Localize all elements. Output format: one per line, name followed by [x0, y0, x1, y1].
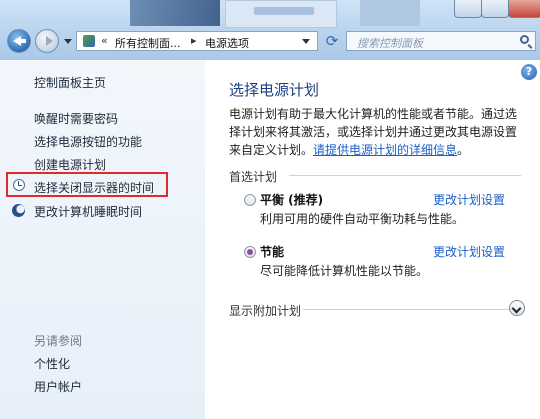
chevron-down-icon[interactable]: [509, 300, 525, 316]
divider: [289, 175, 521, 176]
breadcrumb-arrow-icon[interactable]: ▸: [191, 34, 197, 47]
page-title: 选择电源计划: [229, 81, 320, 99]
plan-details-link[interactable]: 请提供电源计划的详细信息: [313, 143, 457, 157]
minimize-button[interactable]: [454, 0, 482, 18]
refresh-icon[interactable]: ⟳: [322, 31, 342, 51]
divider: [303, 309, 510, 310]
radio-power-saver[interactable]: [244, 246, 256, 258]
plan-power-saver-name: 节能: [260, 245, 285, 259]
forward-button[interactable]: [35, 29, 59, 53]
clock-icon: [13, 179, 25, 191]
see-also-heading: 另请参阅: [34, 334, 83, 348]
recent-pages-dropdown-icon[interactable]: [64, 39, 72, 44]
change-plan-settings-balanced[interactable]: 更改计划设置: [433, 191, 505, 208]
sidebar-home-link[interactable]: 控制面板主页: [34, 74, 106, 91]
preferred-plans-heading: 首选计划: [229, 170, 278, 184]
plan-balanced-name: 平衡 (推荐): [260, 193, 324, 207]
help-icon[interactable]: ?: [521, 64, 537, 80]
breadcrumb-overflow-icon[interactable]: «: [101, 34, 108, 47]
window-chrome: « 所有控制面... ▸ 电源选项 ⟳ 搜索控制面板: [0, 0, 540, 60]
maximize-button[interactable]: [481, 0, 509, 18]
address-dropdown-icon[interactable]: [302, 39, 310, 44]
address-bar[interactable]: « 所有控制面... ▸ 电源选项: [76, 31, 318, 51]
sidebar: 控制面板主页 唤醒时需要密码 选择电源按钮的功能 创建电源计划 选择关闭显示器的…: [0, 60, 205, 419]
plan-balanced-desc: 利用可用的硬件自动平衡功耗与性能。: [260, 212, 465, 226]
description-end: 。: [457, 143, 470, 157]
sidebar-item-personalize[interactable]: 个性化: [34, 355, 70, 372]
radio-balanced[interactable]: [244, 194, 256, 206]
sidebar-item-sleep-time[interactable]: 更改计算机睡眠时间: [34, 203, 142, 220]
background-window-strip: [225, 0, 337, 28]
search-input[interactable]: 搜索控制面板: [346, 31, 536, 51]
sidebar-item-wake-password[interactable]: 唤醒时需要密码: [34, 110, 118, 127]
background-window-strip: [360, 0, 420, 26]
sidebar-item-power-button[interactable]: 选择电源按钮的功能: [34, 133, 142, 150]
main-content: ? 选择电源计划 电源计划有助于最大化计算机的性能或者节能。通过选择计划来将其激…: [205, 60, 540, 419]
close-button[interactable]: [508, 0, 540, 18]
show-additional-plans-label[interactable]: 显示附加计划: [229, 302, 301, 319]
control-panel-icon: [83, 35, 95, 47]
breadcrumb-power-options[interactable]: 电源选项: [205, 35, 249, 51]
sidebar-item-user-accounts[interactable]: 用户帐户: [34, 378, 82, 395]
sidebar-item-display-off[interactable]: 选择关闭显示器的时间: [34, 179, 154, 196]
search-icon[interactable]: [520, 35, 529, 44]
moon-icon: [12, 204, 25, 217]
search-placeholder: 搜索控制面板: [357, 37, 423, 50]
sidebar-item-create-plan[interactable]: 创建电源计划: [34, 156, 106, 173]
page-description: 电源计划有助于最大化计算机的性能或者节能。通过选择计划来将其激活，或选择计划并通…: [229, 105, 527, 159]
background-window-strip: [130, 0, 220, 26]
plan-power-saver-desc: 尽可能降低计算机性能以节能。: [260, 264, 429, 278]
change-plan-settings-power-saver[interactable]: 更改计划设置: [433, 243, 505, 260]
breadcrumb-all-control-panel[interactable]: 所有控制面...: [115, 35, 181, 51]
back-button[interactable]: [7, 29, 31, 53]
